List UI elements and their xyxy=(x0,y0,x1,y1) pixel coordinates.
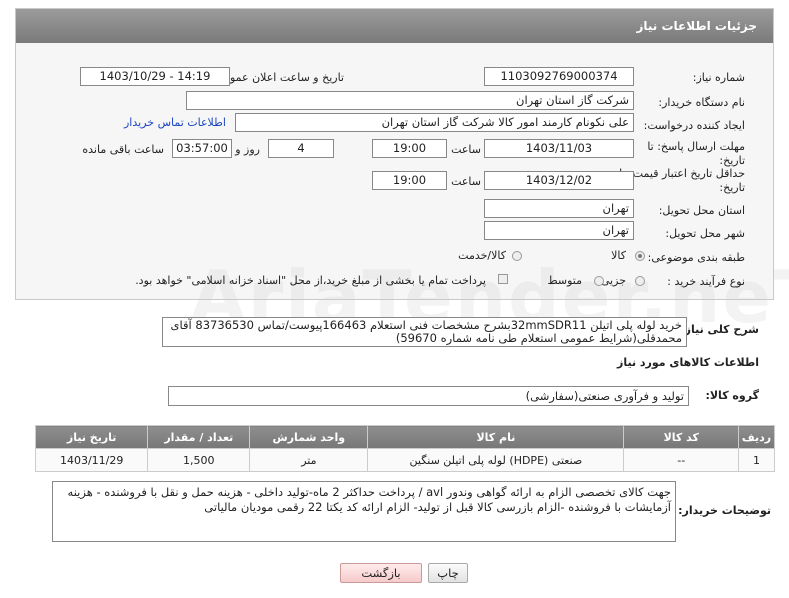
col-goods-name: نام کالا xyxy=(367,425,625,449)
cell-row-number: 1 xyxy=(738,448,775,472)
summary-field: خرید لوله پلی اتیلن 32mmSDR11بشرح مشخصات… xyxy=(162,317,687,347)
need-number-field: 1103092769000374 xyxy=(484,67,634,86)
goods-group-label: گروه کالا: xyxy=(705,389,759,402)
buyer-notes-label: توضیحات خریدار: xyxy=(678,504,771,517)
price-validity-time-label: ساعت xyxy=(451,175,481,188)
buyer-org-field: شرکت گاز استان تهران xyxy=(186,91,634,110)
buyer-org-label: نام دستگاه خریدار: xyxy=(658,96,745,109)
days-field: 4 xyxy=(268,139,334,158)
process-minor-radio[interactable] xyxy=(635,276,645,286)
summary-label: شرح کلی نیاز: xyxy=(680,323,759,336)
col-need-date: تاریخ نیاز xyxy=(34,425,149,449)
col-row-number: ردیف xyxy=(738,425,775,449)
buyer-notes-field: جهت کالای تخصصی الزام به ارائه گواهی وند… xyxy=(52,481,676,542)
goods-table: تاریخ نیاز تعداد / مقدار واحد شمارش نام … xyxy=(34,425,775,472)
page-title: جزئیات اطلاعات نیاز xyxy=(636,19,757,33)
process-medium-radio[interactable] xyxy=(594,276,604,286)
delivery-province-label: استان محل تحویل: xyxy=(658,204,745,217)
announce-datetime-label: تاریخ و ساعت اعلان عمومی: xyxy=(211,71,344,84)
treasury-docs-checkbox[interactable] xyxy=(498,274,508,284)
remaining-time-field: 03:57:00 xyxy=(172,139,232,158)
process-minor-label: جزیی xyxy=(600,274,626,287)
buyer-contact-link[interactable]: اطلاعات تماس خریدار xyxy=(124,116,226,129)
price-validity-label: حداقل تاریخ اعتبار قیمت: تا تاریخ: xyxy=(619,167,745,194)
cell-quantity: 1,500 xyxy=(147,448,251,472)
category-goods-radio[interactable] xyxy=(635,251,645,261)
goods-group-field: تولید و فرآوری صنعتی(سفارشی) xyxy=(168,386,689,406)
price-validity-date-field: 1403/12/02 xyxy=(484,171,634,190)
print-button[interactable]: چاپ xyxy=(428,563,468,583)
goods-section-heading: اطلاعات کالاهای مورد نیاز xyxy=(617,356,759,369)
remaining-time-label: ساعت باقی مانده xyxy=(82,143,164,156)
reply-time-field: 19:00 xyxy=(372,139,447,158)
cell-goods-name: لوله پلی اتیلن سنگین (HDPE) صنعتی xyxy=(367,448,625,472)
process-note: پرداخت تمام یا بخشی از مبلغ خرید،از محل … xyxy=(135,274,486,287)
category-goods-label: کالا xyxy=(611,249,626,262)
cell-need-date: 1403/11/29 xyxy=(34,448,149,472)
category-goods-service-radio[interactable] xyxy=(512,251,522,261)
col-unit: واحد شمارش xyxy=(249,425,369,449)
cell-goods-code: -- xyxy=(623,448,740,472)
requester-field: علی نکونام کارمند امور کالا شرکت گاز است… xyxy=(235,113,634,132)
delivery-city-label: شهر محل تحویل: xyxy=(665,227,745,240)
category-label: طبقه بندی موضوعی: xyxy=(647,251,745,264)
process-medium-label: متوسط xyxy=(547,274,582,287)
need-number-label: شماره نیاز: xyxy=(692,71,745,84)
price-validity-time-field: 19:00 xyxy=(372,171,447,190)
days-label: روز و xyxy=(235,143,260,156)
col-goods-code: کد کالا xyxy=(623,425,740,449)
table-header-row: تاریخ نیاز تعداد / مقدار واحد شمارش نام … xyxy=(34,425,775,449)
reply-time-label: ساعت xyxy=(451,143,481,156)
back-button[interactable]: بازگشت xyxy=(340,563,422,583)
category-goods-service-label: کالا/خدمت xyxy=(458,249,506,262)
col-quantity: تعداد / مقدار xyxy=(147,425,251,449)
reply-deadline-label: مهلت ارسال پاسخ: تا تاریخ: xyxy=(647,140,745,167)
delivery-city-field: تهران xyxy=(484,221,634,240)
purchase-process-label: نوع فرآیند خرید : xyxy=(667,275,745,288)
announce-datetime-field: 1403/10/29 - 14:19 xyxy=(80,67,230,86)
title-bar: جزئیات اطلاعات نیاز xyxy=(16,9,773,43)
reply-date-field: 1403/11/03 xyxy=(484,139,634,158)
table-row: 1403/11/29 1,500 متر لوله پلی اتیلن سنگی… xyxy=(34,448,775,472)
requester-label: ایجاد کننده درخواست: xyxy=(643,119,745,132)
delivery-province-field: تهران xyxy=(484,199,634,218)
cell-unit: متر xyxy=(249,448,369,472)
